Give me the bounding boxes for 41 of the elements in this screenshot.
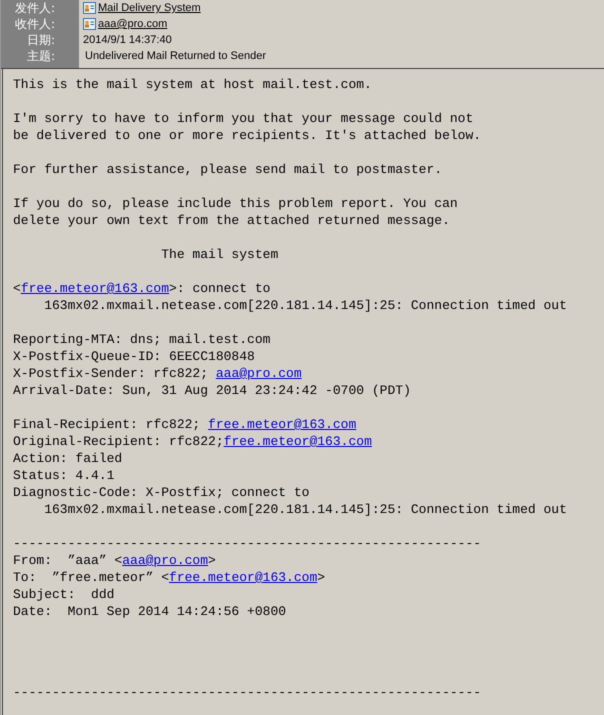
message-line: The mail system	[160, 246, 280, 263]
email-link[interactable]: aaa@pro.com	[216, 366, 302, 381]
message-line: If you do so, please include this problem report. You can	[13, 195, 459, 212]
message-line: be delivered to one or more recipients. It's attached below.	[13, 127, 482, 144]
email-link[interactable]: free.meteor@163.com	[20, 281, 170, 296]
header-label: 发件人:	[14, 0, 56, 16]
message-line: delete your own text from the attached returned message.	[13, 212, 451, 229]
message-line: ------------------------------------------------------------	[13, 535, 482, 552]
message-line: 163mx02.mxmail.netease.com[220.181.14.145]:25: Connection timed out	[43, 501, 568, 518]
message-line: X-Postfix-Queue-ID: 6EECC180848	[13, 348, 256, 365]
header-value: Undelivered Mail Returned to Sender	[84, 50, 266, 62]
contact-link[interactable]: aaa@pro.com	[98, 18, 168, 30]
message-line: Arrival-Date: Sun, 31 Aug 2014 23:24:42 -0700 (PDT)	[13, 382, 412, 399]
message-line: From: ”aaa” <aaa@pro.com>	[13, 552, 217, 569]
email-link[interactable]: free.meteor@163.com	[208, 417, 356, 432]
message-line: Status: 4.4.1	[13, 467, 116, 484]
message-line: <free.meteor@163.com>: connect to	[13, 280, 272, 297]
header-label: 收件人:	[14, 16, 56, 32]
message-line: X-Postfix-Sender: rfc822; aaa@pro.com	[13, 365, 303, 382]
message-line: ------------------------------------------------------------	[13, 684, 482, 701]
message-line: Action: failed	[13, 450, 124, 467]
header-label: 主题:	[26, 48, 56, 64]
message-line: 163mx02.mxmail.netease.com[220.181.14.145]:25: Connection timed out	[43, 297, 568, 314]
message-line: Subject: ddd	[13, 586, 116, 603]
message-line: Reporting-MTA: dns; mail.test.com	[13, 331, 272, 348]
message-line: Date: Mon1 Sep 2014 14:24:56 +0800	[13, 603, 288, 620]
header-value: 2014/9/1 14:37:40	[83, 34, 172, 46]
email-link[interactable]: free.meteor@163.com	[169, 570, 318, 585]
contact-card-icon	[83, 2, 96, 14]
message-line: This is the mail system at host mail.test.com.	[13, 76, 373, 93]
message-line: For further assistance, please send mail to postmaster.	[13, 161, 444, 178]
email-link[interactable]: free.meteor@163.com	[224, 434, 372, 449]
message-line: I'm sorry to have to inform you that your message could not	[13, 110, 474, 127]
email-link[interactable]: aaa@pro.com	[122, 553, 208, 568]
message-line: Original-Recipient: rfc822;free.meteor@163.com	[13, 433, 373, 450]
header-label: 日期:	[26, 32, 56, 48]
message-line: To: ”free.meteor” <free.meteor@163.com>	[13, 569, 326, 586]
message-line: Final-Recipient: rfc822; free.meteor@163.com	[13, 416, 358, 433]
contact-card-icon	[83, 18, 96, 30]
contact-link[interactable]: Mail Delivery System	[98, 2, 201, 14]
message-line: Diagnostic-Code: X-Postfix; connect to	[13, 484, 310, 501]
